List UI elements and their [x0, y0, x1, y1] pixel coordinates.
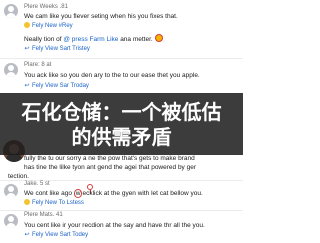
reply-action[interactable]: ↩ Fely View Sart Todey [24, 231, 88, 240]
comment-text: We cont like ago w ecklick at the gyen wi… [24, 189, 238, 198]
user-avatar[interactable] [4, 184, 18, 198]
comment-text: Neally tion of @ press Farm Like ana met… [24, 34, 238, 44]
emoji-icon [24, 22, 30, 28]
comment-text-start: We cont like ago [24, 190, 74, 197]
reply-label: Fely View Sart Todey [32, 232, 89, 238]
user-avatar[interactable] [4, 214, 18, 228]
smiley-emoji-icon [154, 34, 163, 42]
comment-text: fully the tu our sorry a ne the pow that… [24, 155, 195, 162]
user-avatar[interactable] [4, 4, 18, 18]
title-banner: 石化仓储：一个被低估 的供需矛盾 [0, 93, 243, 155]
comment-text-start: Neally tion of [24, 36, 64, 43]
reply-icon: ↩ [24, 46, 30, 52]
comment-text: You ack like so you den ary to the to ou… [24, 72, 200, 79]
banner-title-line-1: 石化仓储：一个被低估 [21, 100, 222, 124]
comment-author[interactable]: Plere Mats. 41 [24, 211, 63, 220]
comment-text: We cam like you flever seting when his y… [24, 13, 178, 20]
emoji-icon [24, 199, 30, 205]
comment-author[interactable]: Jake. 5 st [24, 180, 50, 189]
reply-label: Fely View Sart Tristey [32, 46, 90, 52]
comment-text: You cent like ir your recdion at the say… [24, 222, 205, 229]
banner-title-line-2: 的供需矛盾 [71, 125, 172, 149]
reaction-label: Fely New #Rey [32, 23, 73, 29]
comment-author[interactable]: Plere Weeks .81 [24, 3, 68, 12]
comment-author[interactable]: Plare: 8 at [24, 61, 51, 70]
mention-link[interactable]: @ press Farm Like [63, 36, 118, 43]
comment-reactions[interactable]: Fely New #Rey [24, 22, 73, 31]
reply-icon: ↩ [24, 83, 30, 89]
comment-text-end: ecklick at the gyen with let cat bellow … [82, 190, 203, 197]
divider [0, 58, 243, 59]
reply-action[interactable]: Fely New To Lstess [24, 199, 84, 208]
user-avatar[interactable] [4, 63, 18, 77]
reply-label: Fely View Sar Troday [32, 83, 89, 89]
reply-action[interactable]: ↩ Fely View Sar Troday [24, 82, 89, 91]
reply-label: Fely New To Lstess [32, 200, 84, 206]
reply-icon: ↩ [24, 232, 30, 238]
comment-text-end: ana metter. [118, 36, 153, 43]
reply-action[interactable]: ↩ Fely View Sart Tristey [24, 45, 90, 54]
comment-text: has tine the lilke tyon ant gend the age… [24, 164, 197, 171]
